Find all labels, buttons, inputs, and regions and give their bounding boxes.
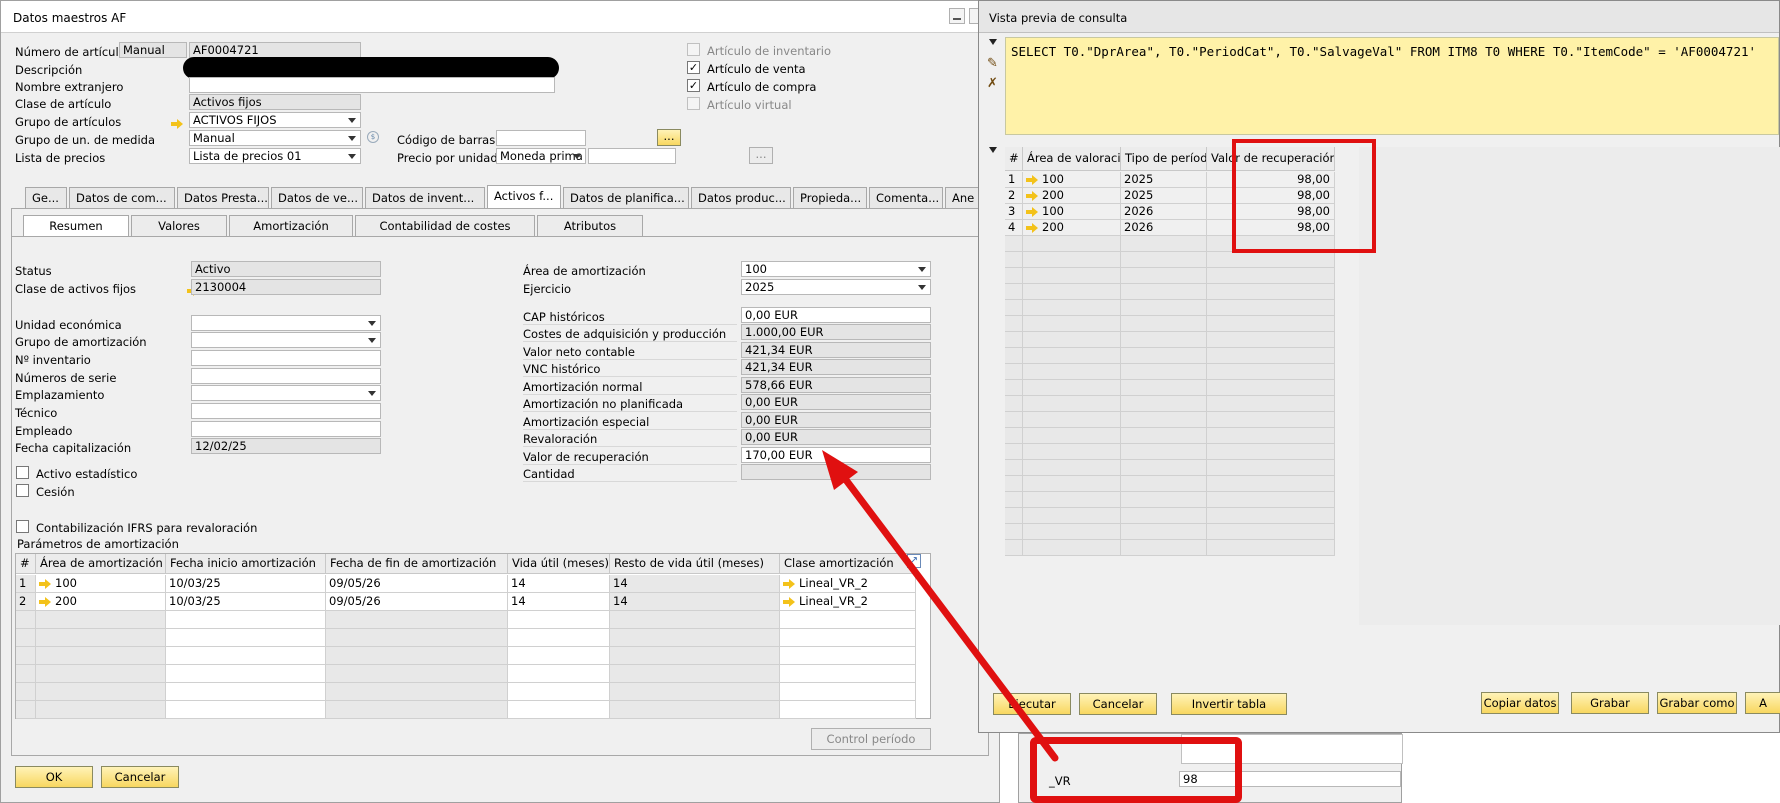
- annotation-arrow: [822, 450, 1059, 762]
